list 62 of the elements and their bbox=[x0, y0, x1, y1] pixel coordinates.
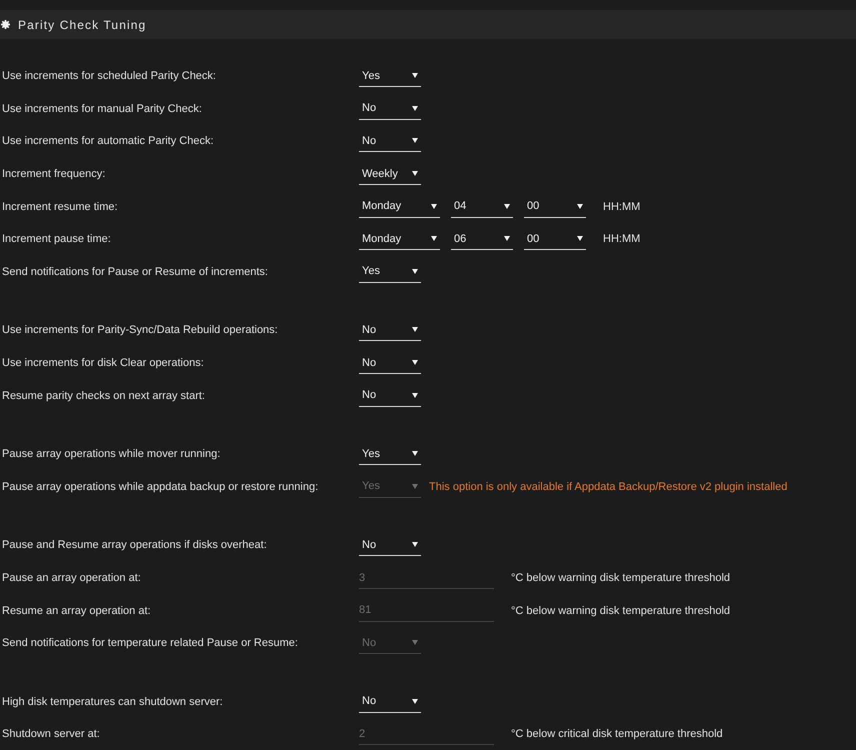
setting-label: Use increments for scheduled Parity Check: bbox=[1, 70, 217, 82]
dropdown[interactable]: 06 bbox=[451, 228, 513, 250]
caret-icon bbox=[412, 484, 418, 489]
setting-label: Use increments for Parity-Sync/Data Rebuild operations: bbox=[1, 324, 279, 336]
dropdown[interactable]: Yes bbox=[359, 260, 421, 283]
unit-text: °C below warning disk temperature threshold bbox=[511, 604, 730, 617]
unit-text: °C below warning disk temperature threshold bbox=[511, 572, 730, 584]
setting-label: Send notifications for temperature related Pause or Resume: bbox=[1, 637, 299, 650]
setting-label: Send notifications for Pause or Resume of increments: bbox=[1, 266, 269, 278]
unit-text: °C below critical disk temperature threshold bbox=[511, 728, 723, 740]
dropdown[interactable]: No bbox=[359, 98, 421, 120]
caret-icon bbox=[431, 236, 437, 242]
setting-label: Pause array operations while appdata backup or restore running: bbox=[1, 480, 320, 493]
warning-text: This option is only available if Appdata Backup/Restore v2 plugin installed bbox=[429, 480, 788, 493]
dropdown[interactable]: No bbox=[359, 384, 421, 407]
caret-icon bbox=[412, 698, 418, 704]
caret-icon bbox=[412, 106, 418, 111]
setting-label: Shutdown server at: bbox=[1, 728, 101, 740]
setting-label: Use increments for disk Clear operations: bbox=[1, 357, 205, 370]
setting-label: Pause an array operation at: bbox=[1, 572, 142, 584]
caret-icon bbox=[504, 236, 510, 242]
dropdown[interactable]: No bbox=[359, 130, 421, 152]
caret-icon bbox=[412, 360, 418, 366]
dropdown[interactable]: Monday bbox=[359, 228, 440, 250]
section-title: Parity Check Tuning bbox=[18, 18, 146, 32]
unit-text: HH:MM bbox=[603, 200, 640, 213]
caret-icon bbox=[412, 268, 418, 274]
caret-icon bbox=[431, 204, 437, 209]
setting-label: Use increments for manual Parity Check: bbox=[1, 102, 203, 115]
dropdown[interactable]: Yes bbox=[359, 65, 421, 88]
caret-icon bbox=[412, 171, 418, 176]
dropdown[interactable]: No bbox=[359, 534, 421, 556]
caret-icon bbox=[412, 640, 418, 646]
dropdown[interactable]: Monday bbox=[359, 196, 440, 218]
dropdown[interactable]: 00 bbox=[524, 196, 586, 218]
caret-icon bbox=[412, 73, 418, 78]
setting-label: Pause array operations while mover running: bbox=[1, 448, 222, 460]
unit-text: HH:MM bbox=[603, 233, 640, 246]
setting-label: Use increments for automatic Parity Check: bbox=[1, 135, 215, 148]
setting-label: High disk temperatures can shutdown server: bbox=[1, 696, 224, 708]
dropdown[interactable]: No bbox=[359, 352, 421, 374]
dropdown[interactable]: 04 bbox=[451, 196, 513, 218]
setting-label: Increment frequency: bbox=[1, 168, 106, 180]
caret-icon bbox=[577, 204, 583, 209]
caret-icon bbox=[412, 138, 418, 144]
dropdown[interactable]: Yes bbox=[359, 443, 421, 466]
caret-icon bbox=[412, 327, 418, 332]
gear-icon bbox=[1, 20, 10, 29]
caret-icon bbox=[504, 204, 510, 209]
caret-icon bbox=[412, 542, 418, 548]
setting-label: Pause and Resume array operations if disks overheat: bbox=[1, 539, 268, 552]
caret-icon bbox=[412, 392, 418, 398]
setting-label: Increment pause time: bbox=[1, 233, 112, 246]
dropdown[interactable]: 00 bbox=[524, 228, 586, 250]
setting-label: Resume parity checks on next array start: bbox=[1, 390, 206, 402]
caret-icon bbox=[577, 236, 583, 242]
dropdown[interactable]: Weekly bbox=[359, 163, 421, 186]
caret-icon bbox=[412, 451, 418, 456]
dropdown[interactable]: No bbox=[359, 690, 421, 713]
setting-label: Resume an array operation at: bbox=[1, 604, 152, 617]
setting-label: Increment resume time: bbox=[1, 200, 119, 213]
dropdown[interactable]: No bbox=[359, 319, 421, 342]
